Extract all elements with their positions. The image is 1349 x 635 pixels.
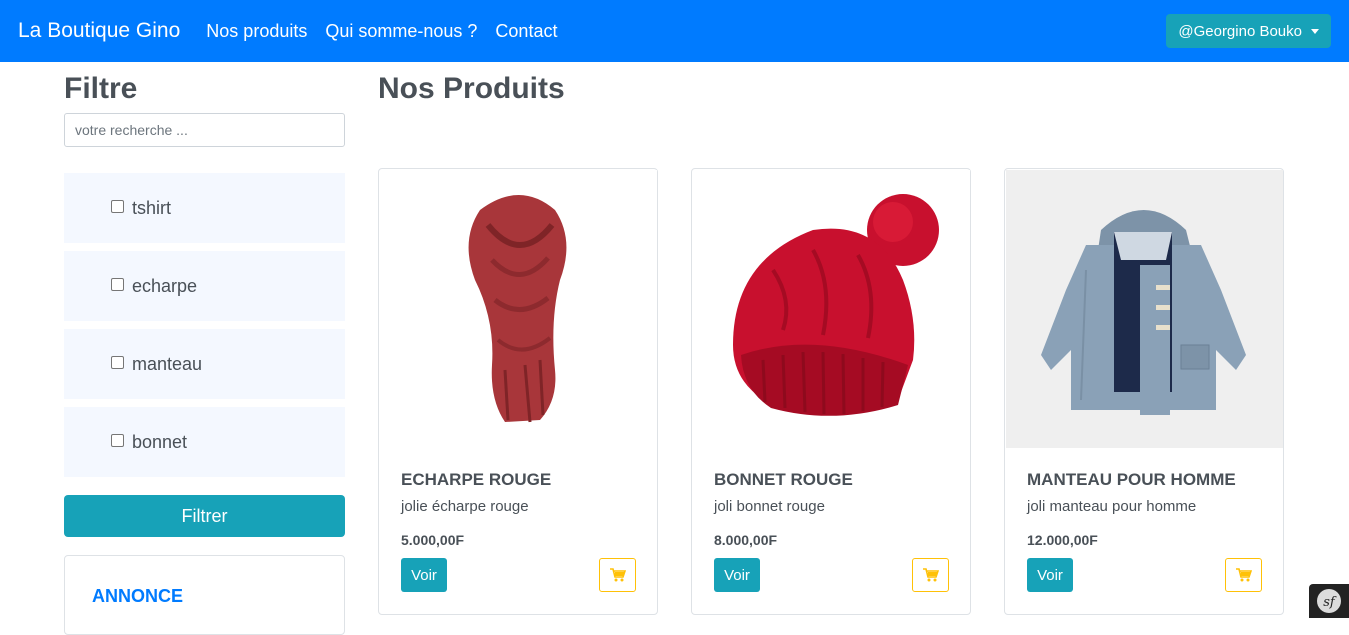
cart-icon <box>923 568 939 582</box>
card-body: MANTEAU POUR HOMME joli manteau pour hom… <box>1027 470 1267 548</box>
category-filter-list: tshirt echarpe manteau bonnet <box>64 173 345 477</box>
nav-link-about[interactable]: Qui somme-nous ? <box>325 21 477 42</box>
filter-title: Filtre <box>64 72 345 112</box>
caret-down-icon <box>1311 29 1319 34</box>
symfony-toolbar-toggle[interactable]: sf <box>1309 584 1349 618</box>
filter-button[interactable]: Filtrer <box>64 495 345 537</box>
annonce-card: ANNONCE <box>64 555 345 635</box>
page-title: Nos Produits <box>378 72 1288 106</box>
checkbox[interactable] <box>111 200 124 213</box>
add-to-cart-button[interactable] <box>599 558 636 592</box>
navbar: La Boutique Gino Nos produits Qui somme-… <box>0 0 1349 62</box>
nav-link-products[interactable]: Nos produits <box>206 21 307 42</box>
view-button[interactable]: Voir <box>714 558 760 592</box>
card-body: ECHARPE ROUGE jolie écharpe rouge 5.000,… <box>401 470 641 548</box>
checkbox[interactable] <box>111 356 124 369</box>
filter-sidebar: Filtre tshirt echarpe manteau bonnet Fil… <box>64 62 345 635</box>
product-card: MANTEAU POUR HOMME joli manteau pour hom… <box>1004 168 1284 615</box>
category-label: bonnet <box>132 432 187 453</box>
product-image-red-beanie[interactable] <box>693 170 970 448</box>
category-filter-echarpe[interactable]: echarpe <box>64 251 345 321</box>
nav-link-contact[interactable]: Contact <box>495 21 557 42</box>
product-price: 8.000,00F <box>714 532 954 548</box>
category-filter-manteau[interactable]: manteau <box>64 329 345 399</box>
view-button[interactable]: Voir <box>1027 558 1073 592</box>
user-name: @Georgino Bouko <box>1178 23 1302 40</box>
category-label: tshirt <box>132 198 171 219</box>
checkbox[interactable] <box>111 278 124 291</box>
category-label: manteau <box>132 354 202 375</box>
product-price: 12.000,00F <box>1027 532 1267 548</box>
search-input[interactable] <box>64 113 345 147</box>
product-name: ECHARPE ROUGE <box>401 470 641 490</box>
category-filter-bonnet[interactable]: bonnet <box>64 407 345 477</box>
card-body: BONNET ROUGE joli bonnet rouge 8.000,00F <box>714 470 954 548</box>
product-card: ECHARPE ROUGE jolie écharpe rouge 5.000,… <box>378 168 658 615</box>
category-label: echarpe <box>132 276 197 297</box>
product-description: jolie écharpe rouge <box>401 498 641 515</box>
user-dropdown-button[interactable]: @Georgino Bouko <box>1166 14 1331 48</box>
cart-icon <box>610 568 626 582</box>
product-image-blue-coat[interactable] <box>1006 170 1283 448</box>
add-to-cart-button[interactable] <box>1225 558 1262 592</box>
product-description: joli manteau pour homme <box>1027 498 1267 515</box>
annonce-title: ANNONCE <box>92 586 344 607</box>
category-filter-tshirt[interactable]: tshirt <box>64 173 345 243</box>
product-name: BONNET ROUGE <box>714 470 954 490</box>
brand-link[interactable]: La Boutique Gino <box>18 19 180 43</box>
products-section: Nos Produits ECHARPE ROUGE <box>378 62 1288 106</box>
view-button[interactable]: Voir <box>401 558 447 592</box>
checkbox[interactable] <box>111 434 124 447</box>
product-card: BONNET ROUGE joli bonnet rouge 8.000,00F… <box>691 168 971 615</box>
product-image-red-scarf[interactable] <box>380 170 657 448</box>
product-description: joli bonnet rouge <box>714 498 954 515</box>
product-price: 5.000,00F <box>401 532 641 548</box>
symfony-icon: sf <box>1316 588 1342 614</box>
product-name: MANTEAU POUR HOMME <box>1027 470 1267 490</box>
cart-icon <box>1236 568 1252 582</box>
add-to-cart-button[interactable] <box>912 558 949 592</box>
